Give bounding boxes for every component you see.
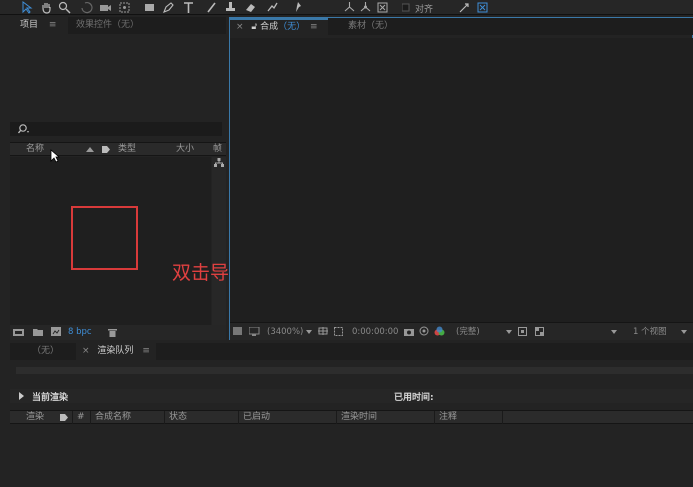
project-search-input[interactable]: [10, 122, 222, 136]
column-type[interactable]: 类型: [118, 143, 136, 156]
resolution-icon[interactable]: [318, 327, 329, 336]
panel-menu-icon[interactable]: ≡: [142, 346, 150, 356]
column-comp-name[interactable]: 合成名称: [90, 411, 131, 424]
roto-brush-tool-icon[interactable]: [266, 1, 279, 14]
snap-label: 对齐: [415, 5, 434, 15]
selection-tool-icon[interactable]: [20, 1, 33, 14]
column-size[interactable]: 大小: [176, 143, 194, 156]
region-of-interest-icon[interactable]: [334, 327, 344, 336]
tab-render-queue-label: 渲染队列: [97, 346, 134, 356]
chevron-down-icon[interactable]: [306, 330, 312, 334]
column-frame-rate[interactable]: 帧: [213, 143, 222, 156]
close-tab-icon[interactable]: ×: [236, 22, 244, 32]
transparency-grid-icon[interactable]: [535, 327, 545, 336]
composition-tabbar: × 🔓︎ 合成（无） ≡ 素材（无）: [230, 18, 693, 35]
tab-composition[interactable]: × 🔓︎ 合成（无） ≡: [230, 18, 328, 35]
panel-menu-icon[interactable]: ≡: [49, 20, 57, 30]
project-bpc[interactable]: 8 bpc: [68, 327, 92, 337]
always-preview-icon[interactable]: [233, 327, 243, 336]
current-render-label: 当前渲染: [32, 393, 69, 403]
rectangle-tool-icon[interactable]: [143, 1, 156, 14]
label-tag-icon[interactable]: [101, 145, 111, 154]
snap-grid-icon[interactable]: [476, 1, 489, 14]
column-render-time[interactable]: 渲染时间: [336, 411, 377, 424]
new-folder-icon[interactable]: [33, 328, 44, 337]
tab-composition-value: （无）: [278, 22, 306, 32]
snap-options-icon[interactable]: [458, 1, 471, 14]
column-started[interactable]: 已启动: [238, 411, 270, 424]
tab-effect-controls[interactable]: 效果控件（无）: [76, 17, 139, 34]
label-tag-icon[interactable]: [59, 413, 69, 422]
chevron-down-icon[interactable]: [611, 330, 617, 334]
monitor-icon[interactable]: [249, 327, 260, 336]
pan-behind-tool-icon[interactable]: [118, 1, 131, 14]
zoom-level[interactable]: (3400%): [267, 327, 303, 337]
project-tabbar: 项目 ≡ 效果控件（无）: [10, 17, 226, 34]
local-axis-icon[interactable]: [343, 1, 356, 14]
tab-project-label: 项目: [20, 20, 39, 30]
interpret-footage-icon[interactable]: [13, 328, 25, 337]
column-comment[interactable]: 注释: [434, 411, 457, 424]
chevron-down-icon[interactable]: [681, 330, 687, 334]
project-scrollbar[interactable]: [212, 157, 226, 325]
annotation-highlight-box: [71, 206, 138, 270]
view-axis-icon[interactable]: [376, 1, 389, 14]
column-render[interactable]: 渲染: [22, 411, 44, 424]
pen-tool-icon[interactable]: [162, 1, 175, 14]
chevron-down-icon[interactable]: [506, 330, 512, 334]
composition-footer: (3400%) 0:00:00:00 (完整) 1 个视图: [230, 322, 693, 340]
zoom-tool-icon[interactable]: [58, 1, 71, 14]
current-timecode[interactable]: 0:00:00:00: [352, 327, 398, 337]
snapshot-camera-icon[interactable]: [404, 327, 415, 336]
clone-stamp-tool-icon[interactable]: [224, 1, 237, 14]
rotate-tool-icon[interactable]: [80, 1, 93, 14]
close-tab-icon[interactable]: ×: [82, 346, 90, 356]
render-status-bar: 当前渲染 已用时间:: [10, 389, 693, 403]
tab-composition-label: 合成: [260, 22, 279, 32]
search-icon: [18, 123, 30, 135]
world-axis-icon[interactable]: [359, 1, 372, 14]
new-composition-icon[interactable]: [51, 327, 62, 337]
brush-tool-icon[interactable]: [205, 1, 218, 14]
fast-previews-icon[interactable]: [518, 327, 528, 336]
puppet-pin-tool-icon[interactable]: [292, 1, 305, 14]
render-progress-bar: [16, 367, 693, 374]
resolution-quality[interactable]: (完整): [456, 327, 480, 337]
column-name[interactable]: 名称: [26, 143, 44, 156]
show-snapshot-icon[interactable]: [419, 326, 430, 336]
eraser-tool-icon[interactable]: [244, 1, 257, 14]
camera-tool-icon[interactable]: [99, 1, 112, 14]
tools-toolbar: 对齐: [0, 0, 693, 15]
type-tool-icon[interactable]: [182, 1, 195, 14]
project-footer: 8 bpc: [10, 325, 226, 340]
trash-icon[interactable]: [108, 328, 117, 338]
elapsed-time-label: 已用时间:: [394, 393, 434, 403]
hand-tool-icon[interactable]: [40, 1, 53, 14]
composition-viewer[interactable]: [230, 38, 693, 322]
render-tabbar: （无） × 渲染队列 ≡: [10, 343, 693, 360]
tab-footage[interactable]: 素材（无）: [348, 18, 393, 35]
render-column-header: 渲染 # 合成名称 状态 已启动 渲染时间 注释: [10, 410, 693, 424]
project-column-header: 名称 类型 大小 帧: [10, 142, 226, 156]
sort-ascending-icon[interactable]: [86, 147, 94, 153]
tab-render-queue[interactable]: × 渲染队列 ≡: [76, 343, 156, 360]
tab-timeline-none[interactable]: （无）: [32, 343, 59, 360]
panel-menu-icon[interactable]: ≡: [310, 22, 318, 32]
flowchart-icon[interactable]: [214, 158, 224, 167]
column-spacer: [502, 411, 692, 424]
column-index[interactable]: #: [72, 411, 85, 424]
color-channels-icon[interactable]: [434, 326, 445, 336]
mouse-cursor: [50, 149, 60, 163]
snap-checkbox[interactable]: [402, 1, 410, 14]
expand-triangle-icon[interactable]: [19, 392, 25, 400]
column-status[interactable]: 状态: [164, 411, 187, 424]
view-layout[interactable]: 1 个视图: [633, 327, 667, 337]
lock-icon[interactable]: 🔓︎: [251, 22, 257, 32]
tab-project[interactable]: 项目 ≡: [10, 17, 68, 34]
